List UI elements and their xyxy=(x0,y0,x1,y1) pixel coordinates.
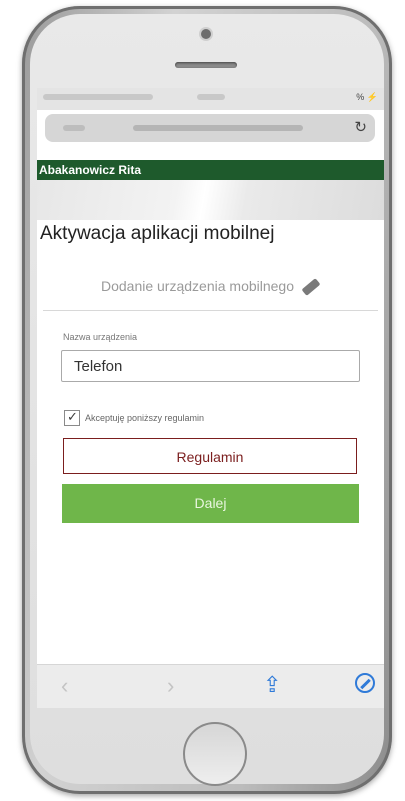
step-indicator: Dodanie urządzenia mobilnego xyxy=(37,278,384,306)
accept-terms-label: Akceptuję poniższy regulamin xyxy=(85,413,205,423)
pencil-icon xyxy=(301,278,321,297)
compass-icon[interactable] xyxy=(355,673,375,693)
phone-screen: % ⚡ ↻ Abakanowicz Rita Aktywacja aplikac… xyxy=(37,88,384,708)
home-button[interactable] xyxy=(183,722,247,786)
page-title: Aktywacja aplikacji mobilnej xyxy=(40,223,275,244)
device-name-input[interactable] xyxy=(61,350,360,382)
address-bar-prefix xyxy=(63,125,85,131)
user-header: Abakanowicz Rita xyxy=(37,160,384,180)
earpiece-speaker xyxy=(175,62,237,68)
address-bar-url xyxy=(133,125,303,131)
rules-button[interactable]: Regulamin xyxy=(63,438,357,474)
divider xyxy=(43,310,378,311)
charging-icon: ⚡ xyxy=(366,92,378,102)
status-time xyxy=(197,94,225,100)
compass-needle xyxy=(360,678,371,690)
checkmark-icon: ✓ xyxy=(67,409,78,424)
carrier-indicator xyxy=(43,94,153,100)
battery-indicator: % ⚡ xyxy=(356,92,378,103)
device-name-label: Nazwa urządzenia xyxy=(63,332,138,342)
battery-percent: % xyxy=(356,92,367,102)
share-icon[interactable]: ⇪ xyxy=(263,672,281,698)
status-bar: % ⚡ xyxy=(37,88,384,110)
header-banner xyxy=(37,180,384,220)
browser-toolbar: ‹ › ⇪ xyxy=(37,664,384,708)
address-bar[interactable]: ↻ xyxy=(45,114,375,142)
reload-icon[interactable]: ↻ xyxy=(354,118,367,136)
back-icon[interactable]: ‹ xyxy=(61,673,68,699)
accept-terms-checkbox[interactable]: ✓ xyxy=(64,409,80,426)
step-label: Dodanie urządzenia mobilnego xyxy=(100,278,295,294)
forward-icon[interactable]: › xyxy=(167,673,174,699)
next-button[interactable]: Dalej xyxy=(62,484,359,523)
front-camera xyxy=(201,29,211,39)
